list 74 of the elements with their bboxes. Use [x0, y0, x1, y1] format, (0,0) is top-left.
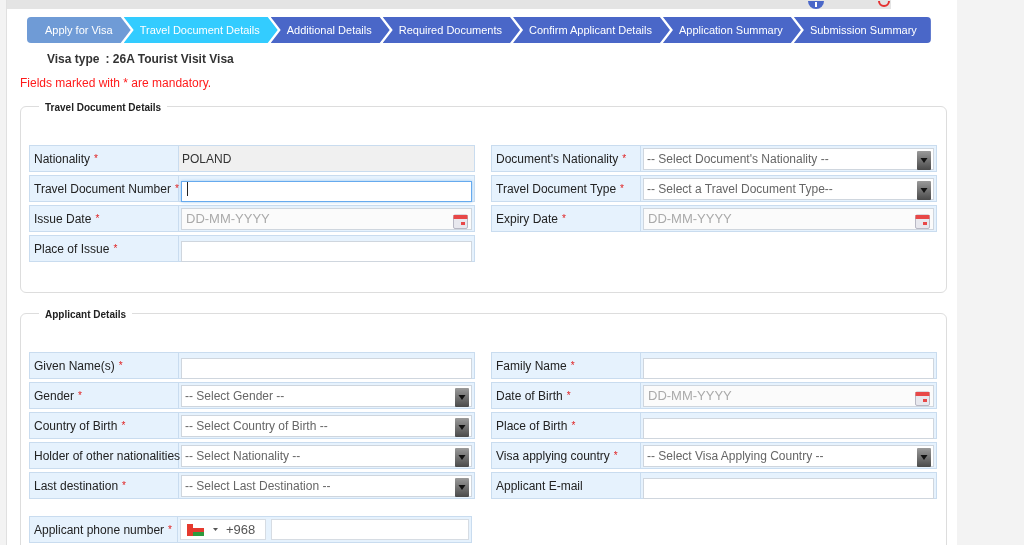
section-title: Applicant Details — [39, 307, 133, 322]
field-label: Nationality — [34, 150, 91, 168]
required-mark: * — [571, 419, 576, 433]
caret-icon — [213, 528, 218, 531]
country-code-picker[interactable]: +968 — [180, 519, 266, 540]
close-icon[interactable] — [878, 1, 890, 7]
required-mark: * — [174, 182, 179, 196]
field-label: Given Name(s) — [34, 357, 115, 375]
required-mark: * — [113, 242, 118, 256]
flag-icon — [187, 523, 204, 536]
dropdown-field[interactable]: -- Select a Travel Document Type-- — [643, 178, 934, 200]
dropdown-caret-icon[interactable] — [917, 181, 931, 200]
required-mark: * — [620, 182, 624, 196]
field-label: Family Name — [496, 357, 567, 375]
calendar-icon[interactable] — [915, 213, 930, 229]
required-mark: * — [622, 152, 627, 166]
text-input[interactable] — [181, 240, 472, 262]
field-label: Last destination — [34, 477, 119, 495]
text-input[interactable] — [181, 357, 472, 379]
field-label: Applicant phone number — [34, 521, 165, 539]
step-tab[interactable]: Submission Summary — [793, 17, 931, 43]
field-label: Gender — [34, 387, 75, 405]
step-tab[interactable]: Required Documents — [382, 17, 521, 43]
field-label: Country of Birth — [34, 417, 118, 435]
mandatory-note: Fields marked with * are mandatory. — [20, 75, 213, 92]
field-label: Document's Nationality — [496, 150, 619, 168]
calendar-icon[interactable] — [453, 213, 468, 229]
dropdown-field[interactable]: -- Select Gender -- — [181, 385, 472, 407]
field-label: Date of Birth — [496, 387, 563, 405]
field-label: Travel Document Number — [34, 180, 171, 198]
dropdown-field[interactable]: -- Select Visa Applying Country -- — [643, 445, 934, 467]
dropdown-caret-icon[interactable] — [455, 478, 469, 497]
dropdown-caret-icon[interactable] — [917, 151, 931, 170]
dropdown-caret-icon[interactable] — [455, 418, 469, 437]
required-mark: * — [94, 152, 98, 166]
step-tab[interactable]: Apply for Visa — [27, 17, 131, 43]
dropdown-caret-icon[interactable] — [455, 388, 469, 407]
step-tab[interactable]: Application Summary — [662, 17, 801, 43]
required-mark: * — [613, 449, 618, 463]
required-mark: * — [121, 419, 126, 433]
dropdown-field[interactable]: -- Select Nationality -- — [181, 445, 472, 467]
visa-type-value: : 26A Tourist Visit Visa — [105, 51, 234, 68]
dropdown-field[interactable]: -- Select Document's Nationality -- — [643, 148, 934, 170]
required-mark: * — [566, 389, 571, 403]
field-label: Visa applying country — [496, 447, 610, 465]
dropdown-field[interactable]: -- Select Country of Birth -- — [181, 415, 472, 437]
field-label: Place of Birth — [496, 417, 568, 435]
required-mark: * — [570, 359, 575, 373]
field-label: Applicant E-mail — [496, 477, 583, 495]
text-input[interactable] — [643, 477, 934, 499]
required-mark: * — [118, 359, 123, 373]
step-tab[interactable]: Confirm Applicant Details — [513, 17, 670, 43]
field-label: Travel Document Type — [496, 180, 617, 198]
required-mark: * — [168, 523, 172, 537]
required-mark: * — [562, 212, 566, 226]
visa-type-label: Visa type — [47, 51, 100, 68]
dropdown-field[interactable]: -- Select Last Destination -- — [181, 475, 472, 497]
dropdown-caret-icon[interactable] — [455, 448, 469, 467]
required-mark: * — [122, 479, 126, 493]
text-input[interactable] — [643, 417, 934, 439]
text-input[interactable] — [643, 357, 934, 379]
field-label: Place of Issue — [34, 240, 110, 258]
field-label: Holder of other nationalities — [34, 447, 181, 465]
step-tab[interactable]: Additional Details — [270, 17, 390, 43]
field-value: POLAND — [181, 150, 233, 168]
calendar-icon[interactable] — [915, 390, 930, 406]
text-cursor — [187, 182, 188, 196]
required-mark: * — [78, 389, 82, 403]
required-mark: * — [95, 212, 100, 226]
dropdown-caret-icon[interactable] — [917, 448, 931, 467]
phone-input[interactable] — [271, 519, 469, 540]
field-label: Expiry Date — [496, 210, 559, 228]
field-label: Issue Date — [34, 210, 92, 228]
text-input[interactable] — [181, 180, 472, 202]
